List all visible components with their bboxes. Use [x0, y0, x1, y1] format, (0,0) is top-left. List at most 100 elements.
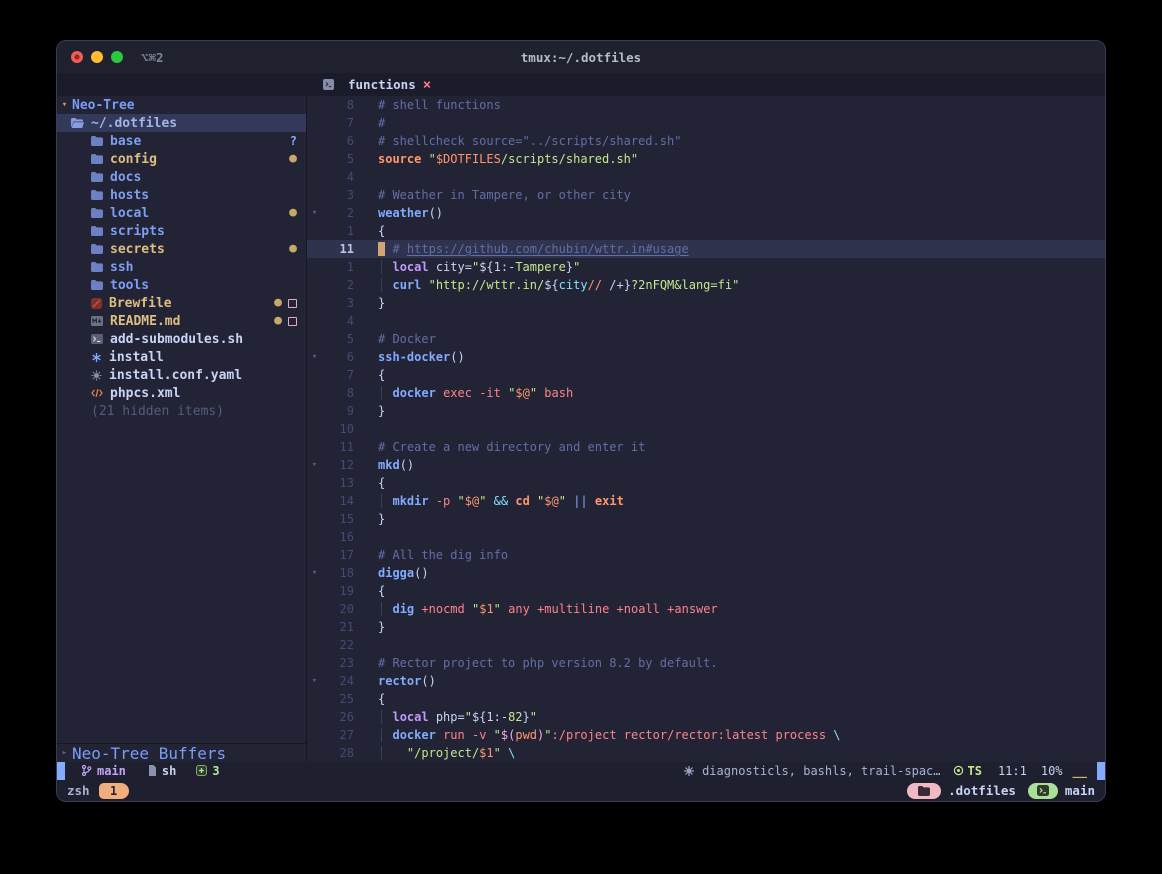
lsp-gear-icon	[683, 764, 695, 778]
line-content: }	[354, 404, 1105, 418]
tree-item-base[interactable]: base?	[57, 132, 306, 150]
code-line[interactable]: 28│ "/project/$1" \	[307, 744, 1105, 762]
tree-item-label: install.conf.yaml	[109, 368, 242, 383]
code-line[interactable]: 1{	[307, 222, 1105, 240]
code-line[interactable]: 16	[307, 528, 1105, 546]
tree-item-secrets[interactable]: secrets●	[57, 240, 306, 258]
code-line[interactable]: 19{	[307, 582, 1105, 600]
line-number: 9	[322, 404, 354, 418]
neotree-buffers-section[interactable]: ▸ Neo-Tree Buffers	[57, 743, 306, 762]
tree-item-local[interactable]: local●	[57, 204, 306, 222]
line-content: # shellcheck source="../scripts/shared.s…	[354, 134, 1105, 148]
tree-item-docs[interactable]: docs	[57, 168, 306, 186]
code-line[interactable]: ▾18digga()	[307, 564, 1105, 582]
close-window-button[interactable]	[71, 51, 83, 63]
line-number: 21	[322, 620, 354, 634]
fold-chevron-icon[interactable]: ▾	[307, 208, 322, 218]
fold-chevron-icon[interactable]: ▾	[307, 568, 322, 578]
code-line[interactable]: 2│ curl "http://wttr.in/${city// /+}?2nF…	[307, 276, 1105, 294]
code-line[interactable]: 9}	[307, 402, 1105, 420]
tmux-window-badge[interactable]: 1	[99, 783, 129, 799]
neotree-title: Neo-Tree	[72, 98, 135, 113]
code-line[interactable]: 5source "$DOTFILES/scripts/shared.sh"	[307, 150, 1105, 168]
tree-item-add-submodules-sh[interactable]: add-submodules.sh	[57, 330, 306, 348]
code-line[interactable]: 3# Weather in Tampere, or other city	[307, 186, 1105, 204]
code-line[interactable]: 20│ dig +nocmd "$1" any +multiline +noal…	[307, 600, 1105, 618]
statusline: main sh 3 diagnosticls, bashls, trail-sp…	[57, 762, 1105, 780]
tree-item-label: ~/.dotfiles	[91, 116, 177, 131]
treesitter-icon	[953, 764, 964, 778]
code-line[interactable]: 17# All the dig info	[307, 546, 1105, 564]
line-number: 11	[322, 242, 354, 256]
code-line[interactable]: 8│ docker exec -it "$@" bash	[307, 384, 1105, 402]
tree-item-ssh[interactable]: ssh	[57, 258, 306, 276]
code-line[interactable]: 3}	[307, 294, 1105, 312]
folder-icon	[91, 226, 103, 236]
mode-indicator-block	[1097, 762, 1105, 780]
code-line[interactable]: 8# shell functions	[307, 96, 1105, 114]
code-line[interactable]: 23# Rector project to php version 8.2 by…	[307, 654, 1105, 672]
tree-item-install-conf-yaml[interactable]: install.conf.yaml	[57, 366, 306, 384]
tree-item-tools[interactable]: tools	[57, 276, 306, 294]
code-line[interactable]: 10	[307, 420, 1105, 438]
tree-item-label: scripts	[110, 224, 165, 239]
fold-chevron-icon[interactable]: ▾	[307, 460, 322, 470]
tree-item-config[interactable]: config●	[57, 150, 306, 168]
code-line[interactable]: 14│ mkdir -p "$@" && cd "$@" || exit	[307, 492, 1105, 510]
code-line[interactable]: 27│ docker run -v "$(pwd)":/project rect…	[307, 726, 1105, 744]
window-title: tmux:~/.dotfiles	[57, 50, 1105, 65]
folder-icon	[91, 154, 103, 164]
tree-item-scripts[interactable]: scripts	[57, 222, 306, 240]
fold-chevron-icon[interactable]: ▾	[307, 352, 322, 362]
code-line[interactable]: 7#	[307, 114, 1105, 132]
code-line[interactable]: 11# Create a new directory and enter it	[307, 438, 1105, 456]
mode-indicator-block	[57, 762, 65, 780]
tree-item-phpcs-xml[interactable]: phpcs.xml	[57, 384, 306, 402]
tree-item-brewfile[interactable]: Brewfile●	[57, 294, 306, 312]
xml-code-icon	[91, 388, 103, 398]
line-number: 7	[322, 116, 354, 130]
code-line[interactable]: ▾12mkd()	[307, 456, 1105, 474]
code-line[interactable]: 6# shellcheck source="../scripts/shared.…	[307, 132, 1105, 150]
code-line[interactable]: 4	[307, 168, 1105, 186]
zoom-window-button[interactable]	[111, 51, 123, 63]
tree-item-hosts[interactable]: hosts	[57, 186, 306, 204]
line-number: 3	[322, 296, 354, 310]
statusline-left: main sh 3	[57, 762, 683, 780]
tree-item-21-hidden-items[interactable]: (21 hidden items)	[57, 402, 306, 420]
code-line[interactable]: 13{	[307, 474, 1105, 492]
line-content: }	[354, 296, 1105, 310]
code-line[interactable]: 4	[307, 312, 1105, 330]
asterisk-icon	[91, 352, 102, 363]
code-line[interactable]: 25{	[307, 690, 1105, 708]
code-line[interactable]: ▾6ssh-docker()	[307, 348, 1105, 366]
fold-chevron-icon[interactable]: ▾	[307, 676, 322, 686]
code-line[interactable]: 21}	[307, 618, 1105, 636]
tree-item-label: Brewfile	[109, 296, 172, 311]
tree-item-label: hosts	[110, 188, 149, 203]
code-line[interactable]: ▾2weather()	[307, 204, 1105, 222]
code-line[interactable]: 22	[307, 636, 1105, 654]
tree-item-install[interactable]: install	[57, 348, 306, 366]
minimize-window-button[interactable]	[91, 51, 103, 63]
line-content: │ "/project/$1" \	[354, 746, 1105, 760]
tree-item-dotfiles[interactable]: ~/.dotfiles	[57, 114, 306, 132]
indent-guide: │	[378, 386, 385, 400]
code-line[interactable]: 15}	[307, 510, 1105, 528]
code-line[interactable]: 5# Docker	[307, 330, 1105, 348]
cursor-block	[378, 242, 385, 256]
code-line[interactable]: ▾24rector()	[307, 672, 1105, 690]
tree-item-readme-md[interactable]: README.md●	[57, 312, 306, 330]
code-line[interactable]: 7{	[307, 366, 1105, 384]
tab-functions[interactable]: functions ×	[319, 73, 435, 96]
code-line[interactable]: 1│ local city="${1:-Tampere}"	[307, 258, 1105, 276]
code-line[interactable]: 26│ local php="${1:-82}"	[307, 708, 1105, 726]
line-number: 6	[322, 134, 354, 148]
folder-icon	[91, 190, 103, 200]
code-line[interactable]: 11 # https://github.com/chubin/wttr.in#u…	[307, 240, 1105, 258]
code-editor[interactable]: 8# shell functions7#6# shellcheck source…	[307, 96, 1105, 762]
line-number: 13	[322, 476, 354, 490]
line-content: # All the dig info	[354, 548, 1105, 562]
tab-close-icon[interactable]: ×	[423, 78, 431, 92]
line-content: │ docker exec -it "$@" bash	[354, 386, 1105, 400]
